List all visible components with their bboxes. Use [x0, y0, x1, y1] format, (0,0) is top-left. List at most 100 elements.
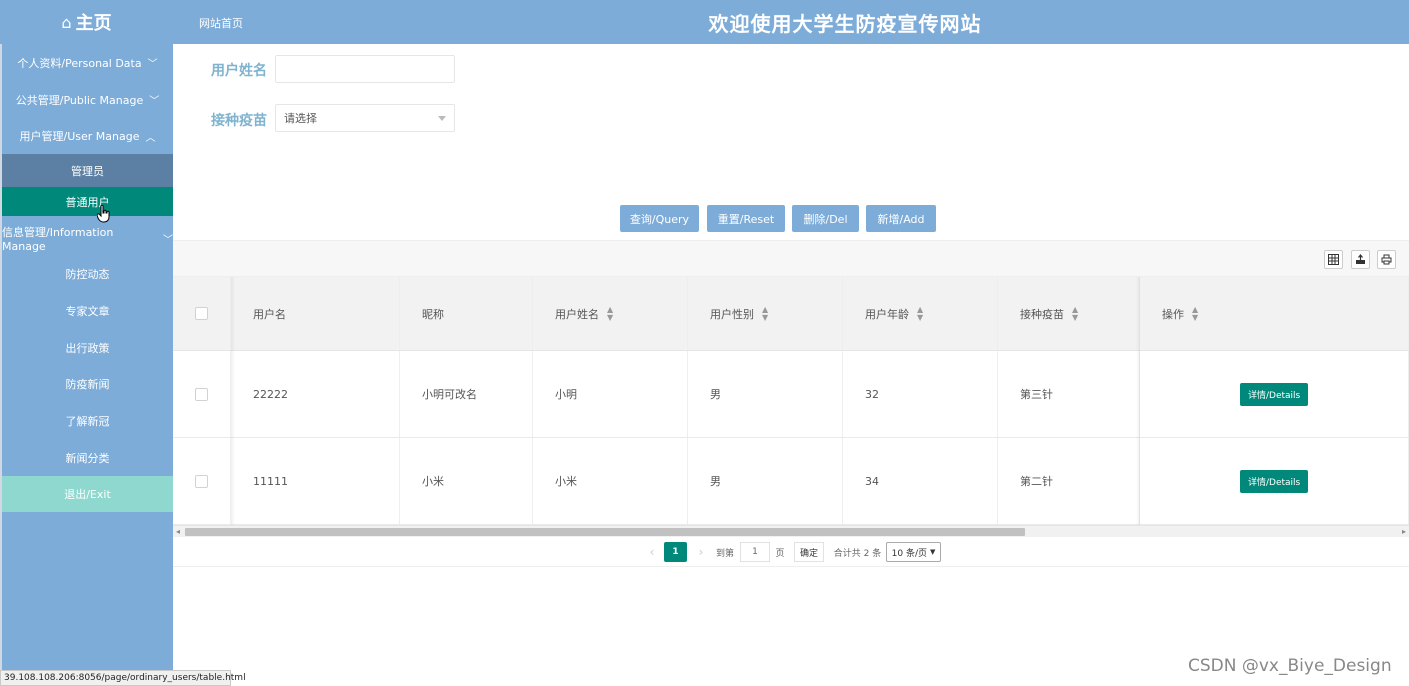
goto-confirm-button[interactable]: 确定	[794, 542, 824, 562]
vaccine-select-placeholder: 请选择	[284, 112, 317, 125]
table-row[interactable]: 11111 小米 小米 男 34 第二针 详情/Details	[173, 438, 1409, 525]
scroll-right-icon[interactable]: ▸	[1402, 526, 1406, 538]
goto-page-input[interactable]: 1	[740, 542, 770, 562]
table-header: 用户名 昵称 用户姓名 ▲ ▼ 用户性别 ▲ ▼ 用户年龄 ▲ ▼ 接种疫苗 ▲ ▼ 操作 ▲ ▼	[173, 277, 1409, 351]
next-page-icon[interactable]: ›	[694, 542, 708, 562]
sidebar-item-label: 退出/Exit	[64, 488, 111, 501]
users-table: 用户名 昵称 用户姓名 ▲ ▼ 用户性别 ▲ ▼ 用户年龄 ▲ ▼ 接种疫苗 ▲ ▼ 操作 ▲ ▼ …	[173, 277, 1409, 525]
column-header[interactable]: 用户名	[231, 277, 400, 350]
page-size-select[interactable]: 10 条/页 ▼	[886, 542, 941, 562]
scrollbar-thumb[interactable]	[185, 528, 1025, 536]
chevron-down-icon: ﹀	[147, 59, 158, 70]
column-header-label: 用户年龄	[865, 307, 909, 321]
cell-nickname: 小明可改名	[400, 351, 533, 437]
cell-name: 小明	[533, 351, 688, 437]
columns-filter-button[interactable]	[1324, 250, 1343, 269]
column-header-label: 用户名	[253, 307, 286, 321]
details-button[interactable]: 详情/Details	[1240, 469, 1309, 493]
sidebar: 个人资料/Personal Data ﹀ 公共管理/Public Manage …	[0, 44, 173, 686]
vaccine-select[interactable]: 请选择	[275, 104, 455, 132]
page-size-value: 10 条/页	[891, 548, 927, 559]
delete-button[interactable]: 删除/Del	[792, 205, 859, 232]
query-button[interactable]: 查询/Query	[620, 205, 699, 232]
prev-page-icon[interactable]: ‹	[645, 542, 659, 562]
row-checkbox-cell	[173, 438, 231, 524]
page-1-button[interactable]: 1	[664, 542, 687, 562]
sidebar-subitem-info[interactable]: 新闻分类	[2, 440, 173, 476]
cell-username: 11111	[231, 438, 400, 524]
sidebar-subitem-ordinary-user[interactable]: 普通用户	[2, 187, 173, 216]
vaccine-label: 接种疫苗	[211, 113, 267, 129]
sidebar-subitem-admin[interactable]: 管理员	[2, 154, 173, 187]
sort-icon[interactable]: ▲ ▼	[607, 305, 613, 322]
sidebar-item-label: 专家文章	[65, 305, 110, 318]
sidebar-item-user[interactable]: 用户管理/User Manage ︿	[2, 118, 173, 154]
export-button[interactable]	[1351, 250, 1370, 269]
sidebar-item-personal[interactable]: 个人资料/Personal Data ﹀	[2, 44, 173, 81]
column-header[interactable]: 用户姓名 ▲ ▼	[533, 277, 688, 350]
sidebar-item-label: 公共管理/Public Manage	[15, 93, 144, 107]
sidebar-item-public[interactable]: 公共管理/Public Manage ﹀	[2, 81, 173, 118]
browser-status-url: 39.108.108.206:8056/page/ordinary_users/…	[0, 670, 246, 686]
cell-username: 22222	[231, 351, 400, 437]
sidebar-subitem-info[interactable]: 专家文章	[2, 293, 173, 329]
total-count: 合计共 2 条	[833, 548, 882, 559]
select-all-checkbox[interactable]	[195, 307, 208, 320]
column-header[interactable]: 接种疫苗 ▲ ▼	[998, 277, 1140, 350]
home-icon: ⌂	[61, 12, 72, 32]
fixed-column-shadow	[231, 277, 235, 525]
page-title: 欢迎使用大学生防疫宣传网站	[708, 12, 982, 36]
brand-label: 主页	[75, 13, 112, 34]
sidebar-item-label: 个人资料/Personal Data	[17, 56, 142, 70]
sidebar-item-label: 信息管理/Information Manage	[2, 225, 114, 253]
watermark: CSDN @vx_Biye_Design	[1188, 656, 1392, 676]
cell-vaccine: 第二针	[998, 438, 1140, 524]
sort-icon[interactable]: ▲ ▼	[1072, 305, 1078, 322]
pagination: ‹ 1 › 到第 1 页 确定 合计共 2 条 10 条/页 ▼	[173, 538, 1409, 567]
grid-icon	[1328, 254, 1339, 265]
row-checkbox[interactable]	[195, 387, 208, 401]
sort-icon[interactable]: ▲ ▼	[917, 305, 923, 322]
sidebar-item-label: 了解新冠	[65, 415, 110, 428]
column-header[interactable]: 昵称	[400, 277, 533, 350]
page-unit-label: 页	[775, 548, 785, 559]
details-button[interactable]: 详情/Details	[1240, 382, 1309, 406]
reset-button[interactable]: 重置/Reset	[707, 205, 785, 232]
sidebar-item-information[interactable]: 信息管理/Information Manage ﹀	[2, 220, 173, 256]
site-home-link[interactable]: 网站首页	[199, 15, 243, 31]
export-icon	[1356, 254, 1365, 264]
sidebar-subitem-info[interactable]: 了解新冠	[2, 403, 173, 439]
sort-icon[interactable]: ▲ ▼	[762, 305, 768, 322]
cell-vaccine: 第三针	[998, 351, 1140, 437]
cell-action: 详情/Details	[1140, 438, 1409, 524]
cell-age: 32	[843, 351, 998, 437]
add-button[interactable]: 新增/Add	[866, 205, 936, 232]
column-header-label: 用户姓名	[555, 307, 599, 321]
column-header[interactable]: 操作 ▲ ▼	[1140, 277, 1409, 350]
row-checkbox[interactable]	[195, 474, 208, 488]
sidebar-subitem-info[interactable]: 防控动态	[2, 256, 173, 292]
table-row[interactable]: 22222 小明可改名 小明 男 32 第三针 详情/Details	[173, 351, 1409, 438]
name-label: 用户姓名	[211, 63, 267, 79]
sidebar-item-label: 防控动态	[65, 268, 110, 281]
scroll-left-icon[interactable]: ◂	[176, 526, 180, 538]
brand-home-link[interactable]: ⌂ 主页	[0, 0, 173, 44]
sidebar-item-exit[interactable]: 退出/Exit	[2, 476, 173, 512]
column-header-label: 接种疫苗	[1020, 307, 1064, 321]
column-header-label: 操作	[1162, 307, 1184, 321]
cell-name: 小米	[533, 438, 688, 524]
table-horizontal-scrollbar[interactable]: ◂ ▸	[173, 525, 1409, 537]
print-icon	[1381, 254, 1392, 265]
column-header-label: 昵称	[422, 307, 444, 321]
sort-icon[interactable]: ▲ ▼	[1192, 305, 1198, 322]
row-checkbox-cell	[173, 351, 231, 437]
sidebar-subitem-info[interactable]: 防疫新闻	[2, 366, 173, 402]
column-header[interactable]: 用户年龄 ▲ ▼	[843, 277, 998, 350]
name-input[interactable]	[275, 55, 455, 83]
table-toolbar	[173, 240, 1409, 277]
column-header[interactable]: 用户性别 ▲ ▼	[688, 277, 843, 350]
print-button[interactable]	[1377, 250, 1396, 269]
cell-gender: 男	[688, 351, 843, 437]
chevron-down-icon: ﹀	[163, 234, 173, 246]
sidebar-subitem-info[interactable]: 出行政策	[2, 330, 173, 366]
